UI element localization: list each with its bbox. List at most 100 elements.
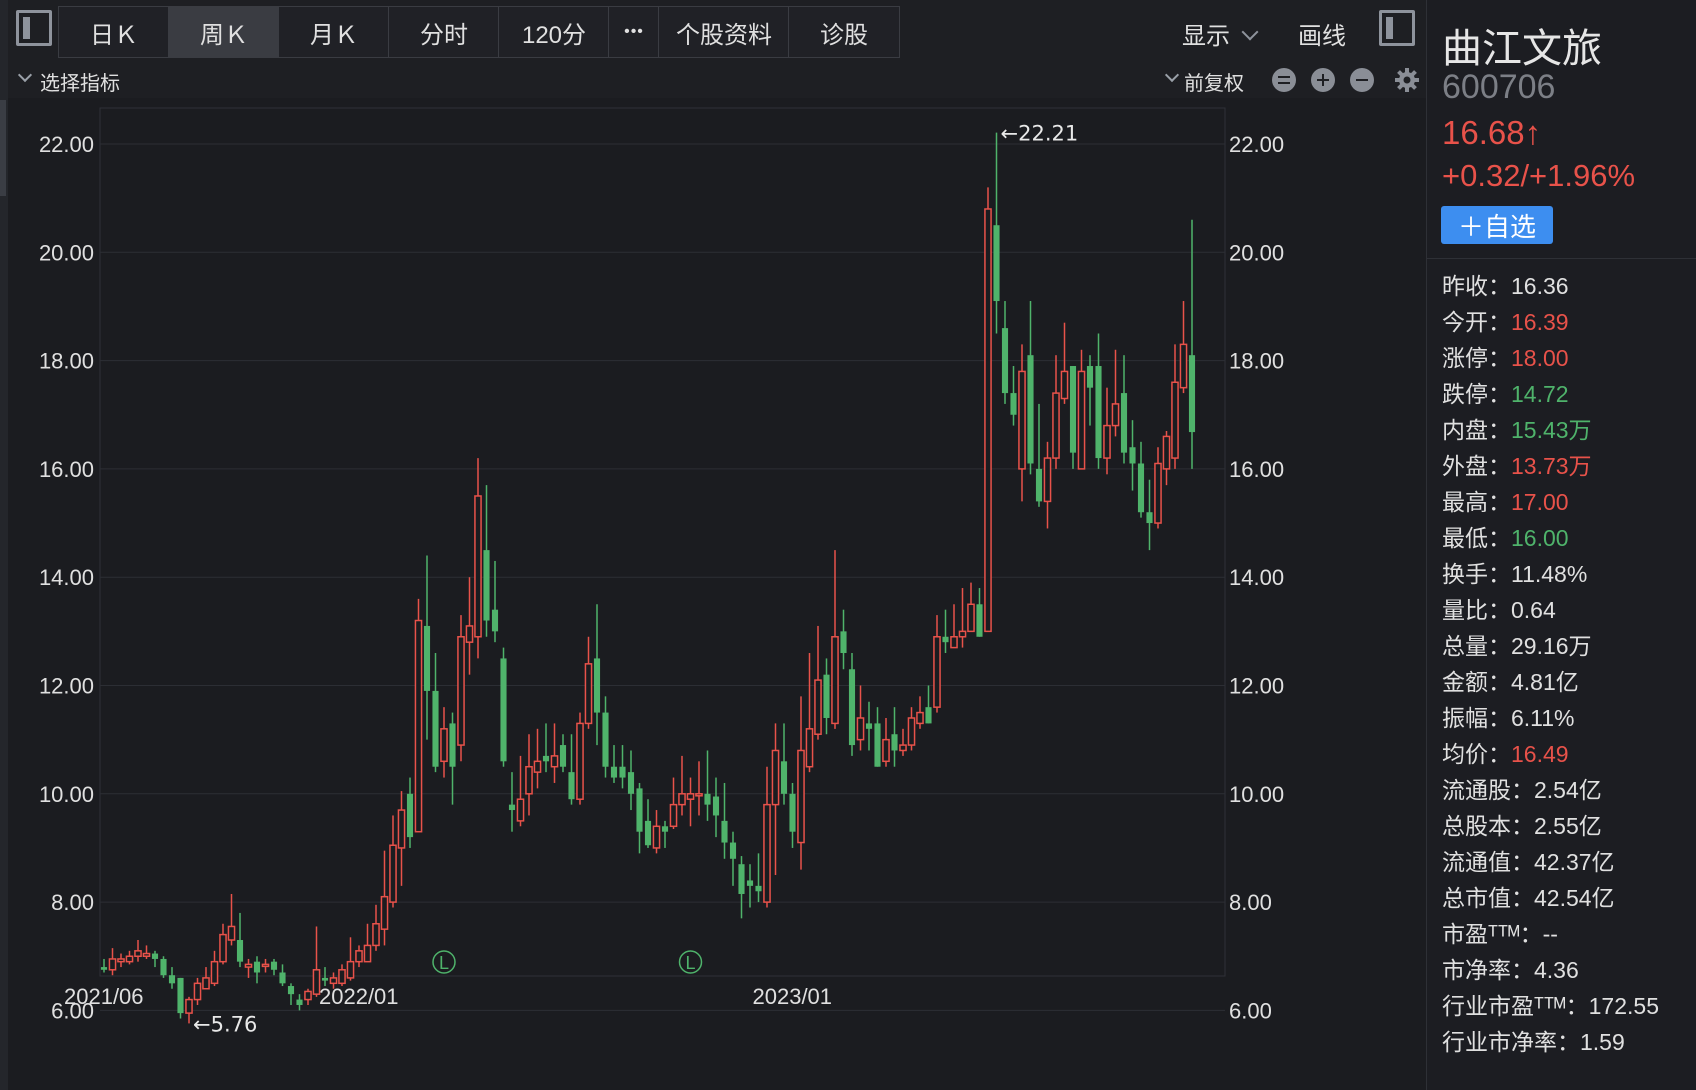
chevron-down-icon[interactable] (1164, 67, 1180, 83)
zoom-in-icon[interactable] (1311, 68, 1335, 92)
select-indicator-button[interactable]: 选择指标 (40, 67, 120, 96)
candle-body-up (525, 765, 533, 795)
candle-body-up (1162, 435, 1171, 470)
candle-body-down (559, 745, 567, 767)
candle-body-up (516, 798, 525, 822)
y-tick-label-right: 10.00 (1229, 782, 1284, 807)
stat-value: 16.39 (1511, 309, 1569, 335)
collapse-icon[interactable] (1272, 68, 1296, 92)
y-tick-label-left: 12.00 (39, 674, 94, 699)
divider (1427, 258, 1696, 259)
candle-body-down (1137, 463, 1145, 513)
candle-body-up (771, 749, 780, 806)
stat-value: 15.43万 (1511, 417, 1592, 443)
tab-intraday[interactable]: 分时 (388, 6, 500, 58)
candle-body-down (644, 820, 652, 846)
stat-value: 14.72 (1511, 381, 1569, 407)
candle-body-down (321, 977, 329, 981)
candle-body-up (440, 728, 448, 763)
candle-body-up (686, 793, 695, 800)
y-tick-label-left: 8.00 (51, 890, 94, 915)
candle-body-up (831, 636, 839, 725)
candle-body-up (678, 793, 686, 806)
candle-body-up (397, 809, 406, 849)
candle-body-down (500, 658, 507, 762)
price-adjust-dropdown[interactable]: 前复权 (1184, 67, 1244, 96)
panel-toggle-icon[interactable] (1379, 10, 1415, 46)
candle-body-up (261, 963, 270, 968)
candle-body-up (533, 760, 542, 773)
kline-chart[interactable]: 22.00 22.00 20.00 20.00 18.00 18.00 16.00 16.00… (8, 98, 1426, 1090)
sidebar-toggle-icon[interactable] (16, 10, 52, 46)
candle-body-up (763, 803, 771, 903)
candle-body-down (491, 609, 499, 632)
candle-body-down (432, 690, 439, 767)
event-marker-label: L (439, 953, 449, 973)
stat-value: 4.81亿 (1511, 669, 1579, 695)
candle-body-up (882, 738, 890, 763)
stat-label: 量比： (1442, 597, 1511, 623)
candle-body-down (874, 723, 881, 767)
tab-stock-profile[interactable]: 个股资料 (658, 6, 790, 58)
stat-label: 振幅： (1442, 705, 1511, 731)
candle-body-down (270, 961, 278, 970)
x-axis-label: 2022/01 (319, 984, 399, 1009)
stat-value: 16.00 (1511, 525, 1569, 551)
candle-body-up (457, 636, 465, 746)
draw-line-button[interactable]: 画线 (1298, 16, 1346, 51)
candle-body-down (449, 723, 456, 767)
candle-body-up (474, 495, 482, 638)
stat-row: 市净率：4.36 (1442, 954, 1659, 990)
stat-row: 最低：16.00 (1442, 522, 1659, 558)
y-tick-label-left: 10.00 (39, 782, 94, 807)
candle-body-down (848, 669, 856, 746)
candle (984, 187, 992, 633)
more-periods-button[interactable]: ••• (608, 6, 660, 58)
candle-body-up (355, 950, 363, 963)
candle-body-down (1129, 447, 1136, 464)
candle-body-down (253, 961, 261, 973)
candle (296, 994, 303, 1011)
stat-label: 昨收： (1442, 273, 1511, 299)
candle-body-up (669, 803, 678, 828)
tab-monthly-k[interactable]: 月Ｋ (278, 6, 390, 58)
tab-weekly-k[interactable]: 周Ｋ (168, 6, 280, 58)
gear-icon[interactable] (1394, 67, 1420, 93)
y-tick-label-left: 18.00 (39, 349, 94, 374)
stat-value: 17.00 (1511, 489, 1569, 515)
stock-name: 曲江文旅 (1442, 27, 1602, 71)
stat-label: 市盈ᵀᵀᴹ： (1442, 921, 1543, 947)
add-to-watchlist-button[interactable]: ＋自选 (1441, 206, 1553, 244)
candle-body-up (1043, 457, 1052, 503)
candle-body-up (117, 958, 125, 963)
stat-value: 42.37亿 (1534, 849, 1615, 875)
candle-body-down (1027, 355, 1034, 464)
candle-body-up (465, 625, 474, 643)
candle-body-up (1103, 424, 1111, 459)
candle-body-down (168, 975, 176, 984)
stat-label: 行业市净率： (1442, 1029, 1580, 1055)
display-dropdown[interactable]: 显示 (1182, 16, 1259, 51)
candle-body-down (610, 766, 618, 778)
tab-diagnosis[interactable]: 诊股 (788, 6, 900, 58)
stat-value: 2.55亿 (1534, 813, 1602, 839)
candle (287, 983, 295, 1005)
candle-body-up (958, 630, 967, 638)
stat-row: 流通股：2.54亿 (1442, 774, 1659, 810)
candle-body-up (805, 728, 814, 768)
stat-value: -- (1542, 921, 1558, 947)
stat-row: 总量：29.16万 (1442, 630, 1659, 666)
tab-daily-k[interactable]: 日Ｋ (58, 6, 170, 58)
candle-body-up (797, 749, 805, 844)
tab-120min[interactable]: 120分 (498, 6, 610, 58)
stat-row: 总股本：2.55亿 (1442, 810, 1659, 846)
candle-body-up (856, 717, 865, 741)
stat-label: 换手： (1442, 561, 1511, 587)
candle-body-down (1010, 393, 1017, 415)
candle-body-down (721, 820, 728, 843)
zoom-out-icon[interactable] (1350, 68, 1374, 92)
candle-body-down (865, 723, 873, 729)
stat-value: 16.49 (1511, 741, 1569, 767)
stat-label: 内盘： (1442, 417, 1511, 443)
chevron-down-icon[interactable] (17, 67, 33, 83)
